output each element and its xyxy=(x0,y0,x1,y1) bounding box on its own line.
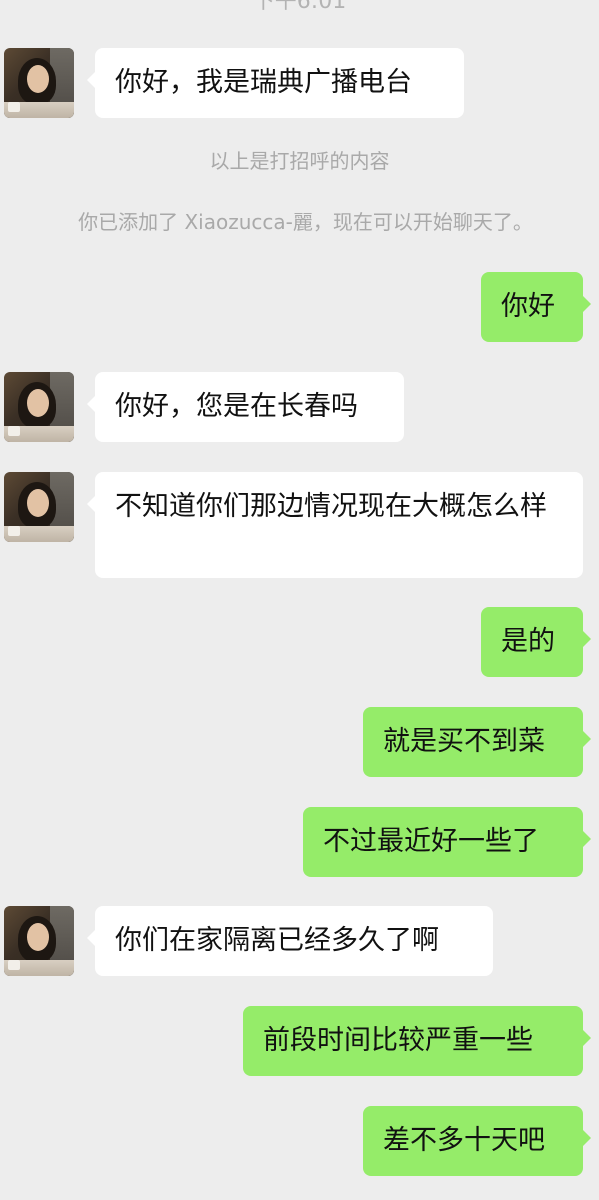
message-text: 你好，您是在长春吗 xyxy=(115,391,358,422)
message-bubble-outgoing[interactable]: 就是买不到菜 xyxy=(363,707,591,777)
message-bubble-incoming[interactable]: 你们在家隔离已经多久了啊 xyxy=(87,906,493,976)
message-text: 前段时间比较严重一些 xyxy=(263,1025,533,1056)
message-text: 是的 xyxy=(501,626,555,657)
message-text: 你们在家隔离已经多久了啊 xyxy=(115,925,439,956)
chat-view[interactable]: 下午6:01 你好，我是瑞典广播电台 以上是打招呼的内容 你已添加了 Xiaoz… xyxy=(0,0,599,1200)
message-text: 不知道你们那边情况现在大概怎么样 xyxy=(115,491,547,522)
message-bubble-incoming[interactable]: 你好，您是在长春吗 xyxy=(87,372,404,442)
message-bubble-incoming[interactable]: 你好，我是瑞典广播电台 xyxy=(87,48,464,118)
message-text: 就是买不到菜 xyxy=(383,726,545,757)
message-text: 差不多十天吧 xyxy=(383,1125,545,1156)
message-bubble-outgoing[interactable]: 差不多十天吧 xyxy=(363,1106,591,1176)
message-text: 不过最近好一些了 xyxy=(323,826,539,857)
contact-avatar[interactable] xyxy=(4,906,74,976)
message-bubble-outgoing[interactable]: 你好 xyxy=(481,272,591,342)
message-bubble-outgoing[interactable]: 前段时间比较严重一些 xyxy=(243,1006,591,1076)
message-bubble-incoming[interactable]: 不知道你们那边情况现在大概怎么样 xyxy=(87,472,583,578)
system-message: 你已添加了 Xiaozucca-麗，现在可以开始聊天了。 xyxy=(78,210,533,234)
message-bubble-outgoing[interactable]: 是的 xyxy=(481,607,591,677)
message-text: 你好，我是瑞典广播电台 xyxy=(115,67,412,98)
system-message: 以上是打招呼的内容 xyxy=(209,149,390,173)
contact-avatar[interactable] xyxy=(4,48,74,118)
message-timestamp: 下午6:01 xyxy=(252,0,347,14)
contact-avatar[interactable] xyxy=(4,472,74,542)
message-text: 你好 xyxy=(501,291,555,322)
contact-avatar[interactable] xyxy=(4,372,74,442)
message-bubble-outgoing[interactable]: 不过最近好一些了 xyxy=(303,807,591,877)
